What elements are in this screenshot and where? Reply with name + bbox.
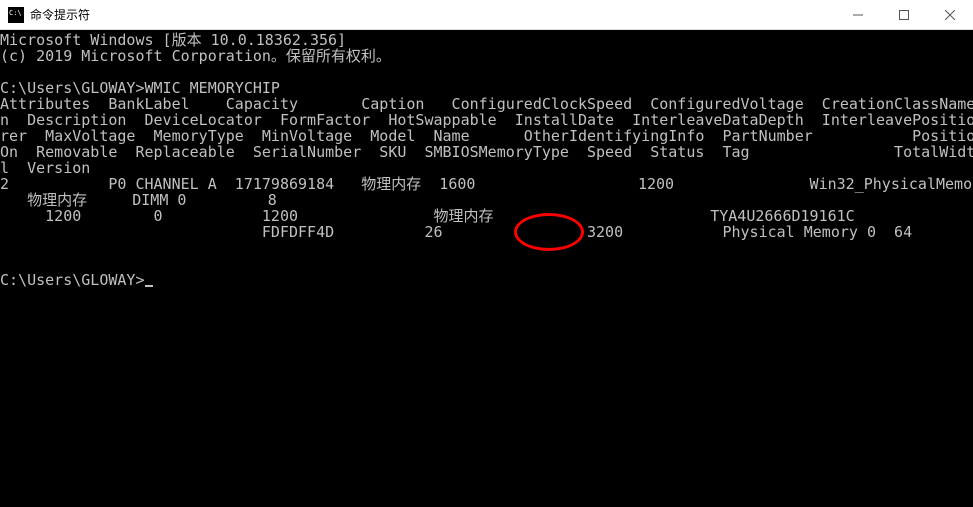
- prompt: C:\Users\GLOWAY>: [0, 271, 145, 289]
- minimize-button[interactable]: [835, 0, 881, 30]
- cmd-icon: [8, 7, 24, 23]
- terminal-output[interactable]: Microsoft Windows [版本 10.0.18362.356] (c…: [0, 30, 973, 507]
- close-button[interactable]: [927, 0, 973, 30]
- maximize-button[interactable]: [881, 0, 927, 30]
- copyright-line: (c) 2019 Microsoft Corporation。保留所有权利。: [0, 47, 391, 65]
- cursor: [145, 285, 153, 287]
- header-row: On Removable Replaceable SerialNumber SK…: [0, 143, 973, 161]
- window-title: 命令提示符: [30, 6, 90, 23]
- window-controls: [835, 0, 973, 30]
- titlebar: 命令提示符: [0, 0, 973, 30]
- data-row: FDFDFF4D 26 3200 Physical Memory 0 64 16…: [0, 223, 973, 241]
